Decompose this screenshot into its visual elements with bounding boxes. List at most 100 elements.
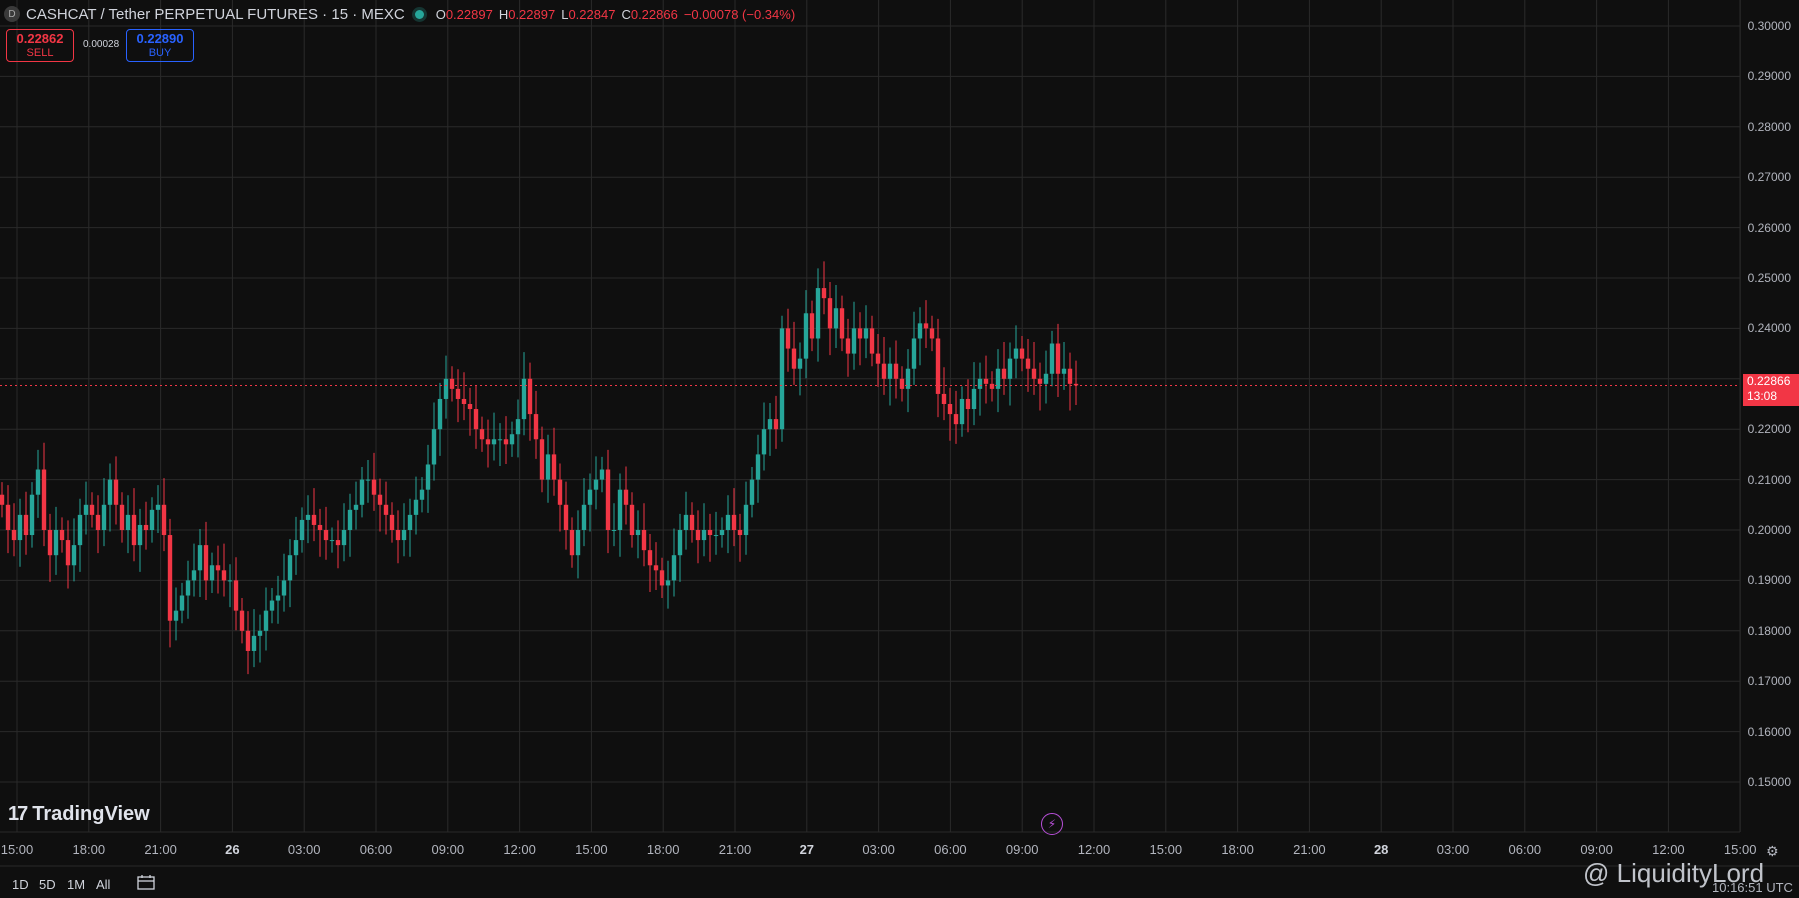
candle-body [827,298,833,329]
candle-body [947,404,953,415]
candle-body [71,545,77,566]
candle-body [575,530,581,556]
calendar-icon[interactable] [137,874,155,890]
buy-label: BUY [148,47,172,59]
tradingview-logo[interactable]: 17 TradingView [8,803,150,826]
time-tick-label: 18:00 [646,842,680,857]
range-1d-button[interactable]: 1D [12,877,29,892]
sell-button[interactable]: 0.22862 SELL [6,29,74,62]
candle-body [929,328,935,339]
candle-body [1067,368,1073,384]
time-tick-label: 09:00 [431,842,465,857]
time-tick-label: 21:00 [144,842,177,857]
candle-body [845,338,851,354]
candle-body [701,530,707,541]
price-tick-label: 0.22000 [1747,422,1791,437]
symbol-title[interactable]: CASHCAT / Tether PERPETUAL FUTURES · 15 … [26,6,405,23]
candle-body [311,514,317,525]
candle-body [695,530,701,541]
candle-body [761,429,767,455]
candle-body [179,595,185,611]
candle-body [29,494,35,536]
candle-body [77,514,83,546]
candle-body [725,514,731,530]
candle-body [539,439,545,480]
candle-body [131,514,137,546]
candle-body [647,550,653,566]
candle-body [1019,348,1025,359]
candle-body [515,419,521,435]
candle-body [1061,368,1067,374]
time-tick-label: 12:00 [1652,842,1685,857]
candle-body [323,530,329,541]
candle-body [149,509,155,530]
candle-body [815,288,821,339]
bottom-toolbar [0,867,1799,898]
range-5d-button[interactable]: 5D [39,877,56,892]
candle-body [863,328,869,339]
utc-clock[interactable]: 10:16:51 UTC [1712,880,1793,895]
candle-body [185,580,191,596]
candle-body [197,545,203,571]
candle-body [785,328,791,349]
candle-body [989,383,995,389]
candle-body [1013,348,1019,359]
candle-body [203,545,209,581]
price-tick-label: 0.18000 [1747,623,1791,638]
candle-body [677,530,683,556]
settings-icon[interactable]: ⚙ [1766,843,1779,860]
candle-body [461,398,467,404]
price-tick-label: 0.16000 [1747,724,1791,739]
buy-button[interactable]: 0.22890 BUY [126,29,194,62]
candle-body [245,630,251,651]
symbol-header[interactable]: D CASHCAT / Tether PERPETUAL FUTURES · 1… [4,4,801,24]
candle-body [221,570,227,581]
candle-body [335,540,341,546]
candle-body [377,494,383,505]
candle-body [41,469,47,530]
candle-body [371,479,377,495]
candle-body [839,308,845,339]
candle-body [155,504,161,510]
candle-body [623,489,629,505]
candle-body [737,530,743,536]
candle-body [671,555,677,581]
ohlc-high: H0.22897 [498,6,556,22]
tradingview-logo-text: TradingView [32,803,150,825]
candle-body [35,469,41,495]
chart-grid [0,0,1741,832]
candle-body [89,504,95,515]
ohlc-low: L0.22847 [561,6,616,22]
time-tick-label: 12:00 [503,842,536,857]
range-all-button[interactable]: All [96,877,110,892]
candle-body [329,540,335,542]
sell-price: 0.22862 [16,31,64,46]
lightning-icon[interactable]: ⚡ [1041,813,1063,835]
candle-body [653,565,659,571]
time-tick-label: 28 [1373,842,1389,857]
chart-canvas[interactable] [0,0,1799,898]
candle-body [1055,343,1061,374]
candle-body [911,338,917,369]
time-tick-label: 15:00 [1723,842,1757,857]
candle-body [593,479,599,490]
candle-body [227,580,233,582]
last-price-value: 0.22866 [1747,374,1791,388]
price-tick-label: 0.26000 [1747,220,1791,235]
candle-body [299,519,305,541]
price-tick-label: 0.17000 [1747,674,1791,689]
candle-body [611,530,617,531]
candle-body [305,514,311,520]
price-tick-label: 0.25000 [1747,271,1791,285]
candle-body [851,328,857,354]
candle-body [269,600,275,611]
range-1m-button[interactable]: 1M [67,877,85,892]
candle-body [413,499,419,515]
candle-body [941,393,947,404]
candle-body [275,595,281,601]
candle-body [107,479,113,505]
time-tick-label: 15:00 [575,842,608,857]
candle-body [509,434,515,445]
candle-body [0,494,5,505]
candle-body [917,323,923,339]
